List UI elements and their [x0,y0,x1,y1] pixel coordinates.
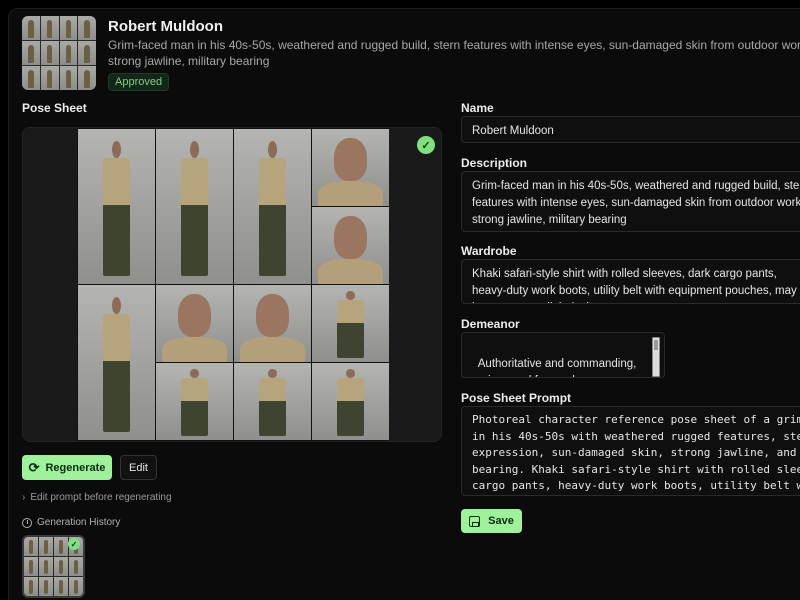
status-badge: Approved [108,73,170,91]
wardrobe-field[interactable]: Khaki safari-style shirt with rolled sle… [461,259,800,304]
edit-prompt-toggle[interactable]: › Edit prompt before regenerating [22,492,172,503]
prompt-label: Pose Sheet Prompt [461,391,572,405]
character-name: Robert Muldoon [108,18,223,35]
chevron-right-icon: › [22,492,26,503]
pose-walking [156,363,233,440]
pose-sheet-heading: Pose Sheet [22,101,87,115]
generation-history-heading: Generation History [22,517,120,528]
pose-three-quarter [156,129,233,284]
wardrobe-label: Wardrobe [461,244,517,258]
save-button[interactable]: Save [461,509,522,533]
approved-check-icon: ✓ [417,136,435,154]
demeanor-label: Demeanor [461,317,520,331]
pose-lunge [234,363,311,440]
face-shout [234,285,311,362]
character-description: Grim-faced man in his 40s-50s, weathered… [108,38,800,68]
description-label: Description [461,156,528,170]
history-check-icon: ✓ [68,538,80,550]
demeanor-field[interactable]: Authoritative and commanding, serious an… [461,332,665,378]
pose-crouch [312,363,389,440]
pose-front [78,129,155,284]
face-front [312,129,389,206]
pose-back [78,285,155,440]
face-stern [156,285,233,362]
character-thumbnail [22,16,96,90]
pose-pointing [312,285,389,362]
face-smile [312,207,389,284]
pose-sheet-image[interactable] [22,127,442,442]
regenerate-button[interactable]: ⟳ Regenerate [22,455,112,480]
pose-sheet-prompt-field[interactable]: Photoreal character reference pose sheet… [461,406,800,496]
name-field[interactable]: Robert Muldoon [461,116,800,143]
edit-button[interactable]: Edit [120,455,157,480]
description-field[interactable]: Grim-faced man in his 40s-50s, weathered… [461,171,800,232]
refresh-icon: ⟳ [28,460,40,475]
clock-icon [22,517,32,528]
demeanor-scrollbar[interactable] [652,337,660,377]
save-icon [469,515,481,527]
name-label: Name [461,101,494,115]
pose-side [234,129,311,284]
